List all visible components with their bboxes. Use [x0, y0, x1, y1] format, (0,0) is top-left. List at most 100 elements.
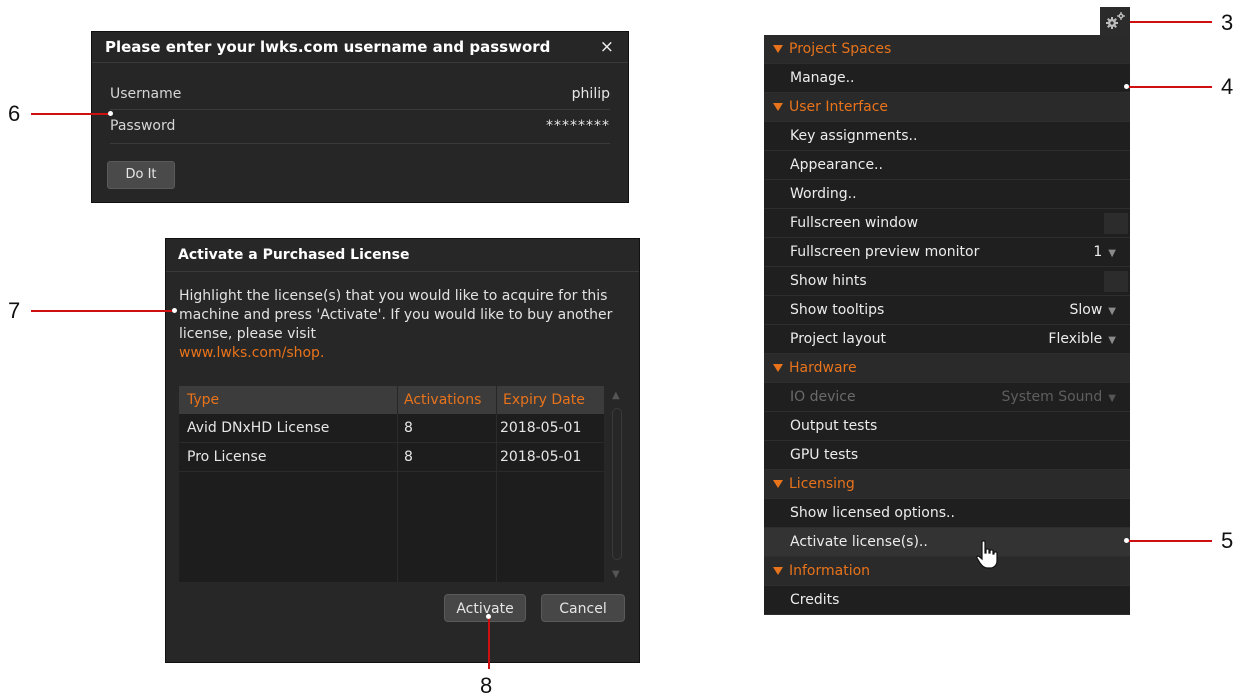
dropdown[interactable]: 1 ▼ — [1093, 238, 1116, 268]
callout-4-dot — [1124, 84, 1129, 89]
menu-item-credits[interactable]: Credits — [764, 586, 1130, 615]
menu-item-project-layout[interactable]: Project layout Flexible ▼ — [764, 325, 1130, 354]
cell-expiry: 2018-05-01 — [500, 449, 582, 465]
callout-6: 6 — [8, 101, 21, 126]
username-field[interactable]: philip — [572, 80, 610, 108]
dropdown: System Sound ▼ — [1002, 383, 1116, 413]
username-row: Username philip — [110, 80, 610, 108]
callout-6-line — [31, 113, 111, 115]
callout-4: 4 — [1221, 74, 1234, 99]
menu-item-appearance[interactable]: Appearance.. — [764, 151, 1130, 180]
cancel-button[interactable]: Cancel — [541, 594, 625, 622]
callout-7-dot — [172, 308, 177, 313]
activate-button[interactable]: Activate — [444, 594, 526, 622]
table-header: Type Activations Expiry Date — [179, 386, 604, 414]
menu-item-label: Credits — [790, 592, 840, 608]
callout-8-line — [488, 617, 490, 669]
menu-item-label: Hardware — [789, 360, 857, 376]
chevron-down-icon: ▼ — [1108, 335, 1116, 346]
callout-7-line — [31, 310, 175, 312]
section-header-licensing[interactable]: Licensing — [764, 470, 1130, 499]
menu-item-label: Project layout — [790, 331, 887, 347]
cell-expiry: 2018-05-01 — [500, 420, 582, 436]
table-row[interactable]: Avid DNxHD License 8 2018-05-01 — [179, 414, 604, 443]
menu-item-label: GPU tests — [790, 447, 859, 463]
collapse-triangle-icon[interactable] — [773, 45, 783, 53]
menu-item-activate-license-s[interactable]: Activate license(s).. — [764, 528, 1130, 557]
checkbox[interactable] — [1104, 213, 1128, 234]
menu-item-label: IO device — [790, 389, 856, 405]
callout-8: 8 — [480, 673, 493, 698]
settings-menu: Project Spaces Manage.. User Interface Key … — [764, 35, 1130, 615]
menu-item-label: Show tooltips — [790, 302, 885, 318]
callout-6-dot — [108, 111, 113, 116]
scroll-up-icon[interactable]: ▲ — [612, 390, 620, 401]
password-field[interactable]: ******** — [546, 112, 610, 140]
shop-link[interactable]: www.lwks.com/shop. — [179, 344, 629, 363]
table-row[interactable]: Pro License 8 2018-05-01 — [179, 443, 604, 472]
menu-item-label: Activate license(s).. — [790, 534, 928, 550]
menu-item-label: Wording.. — [790, 186, 857, 202]
callout-3: 3 — [1221, 10, 1234, 35]
menu-item-output-tests[interactable]: Output tests — [764, 412, 1130, 441]
settings-menu-button[interactable] — [1100, 7, 1130, 35]
dropdown-value: 1 — [1093, 244, 1103, 260]
column-header-activations[interactable]: Activations — [404, 386, 481, 414]
section-header-hardware[interactable]: Hardware — [764, 354, 1130, 383]
callout-4-line — [1127, 86, 1212, 88]
scrollbar-track[interactable] — [612, 408, 622, 560]
column-header-type[interactable]: Type — [187, 386, 219, 414]
chevron-down-icon: ▼ — [1108, 306, 1116, 317]
callout-7: 7 — [8, 298, 21, 323]
menu-item-fullscreen-window[interactable]: Fullscreen window — [764, 209, 1130, 238]
collapse-triangle-icon[interactable] — [773, 480, 783, 488]
menu-item-manage[interactable]: Manage.. — [764, 64, 1130, 93]
menu-item-show-licensed-options[interactable]: Show licensed options.. — [764, 499, 1130, 528]
column-divider — [397, 386, 398, 414]
collapse-triangle-icon[interactable] — [773, 567, 783, 575]
menu-item-label: Key assignments.. — [790, 128, 918, 144]
divider — [110, 109, 610, 110]
section-header-user-interface[interactable]: User Interface — [764, 93, 1130, 122]
dropdown-value: Flexible — [1048, 331, 1103, 347]
login-dialog-title-bar: Please enter your lwks.com username and … — [92, 32, 628, 63]
menu-item-label: Information — [789, 563, 871, 579]
menu-item-show-hints[interactable]: Show hints — [764, 267, 1130, 296]
menu-item-show-tooltips[interactable]: Show tooltips Slow ▼ — [764, 296, 1130, 325]
checkbox[interactable] — [1104, 271, 1128, 292]
menu-item-fullscreen-preview-monitor[interactable]: Fullscreen preview monitor 1 ▼ — [764, 238, 1130, 267]
callout-5: 5 — [1221, 528, 1234, 553]
scrollbar[interactable]: ▲ ▼ — [610, 386, 624, 582]
do-it-button[interactable]: Do It — [107, 161, 175, 189]
description-text: Highlight the license(s) that you would … — [179, 288, 613, 342]
menu-item-wording[interactable]: Wording.. — [764, 180, 1130, 209]
collapse-triangle-icon[interactable] — [773, 103, 783, 111]
menu-item-label: Appearance.. — [790, 157, 883, 173]
username-label: Username — [110, 86, 182, 102]
menu-item-label: Show hints — [790, 273, 867, 289]
cell-activations: 8 — [404, 449, 413, 465]
dropdown-value: Slow — [1069, 302, 1103, 318]
dropdown[interactable]: Slow ▼ — [1070, 296, 1117, 326]
activate-dialog-description: Highlight the license(s) that you would … — [179, 287, 629, 363]
collapse-triangle-icon[interactable] — [773, 364, 783, 372]
close-icon[interactable]: × — [600, 32, 614, 62]
menu-item-label: User Interface — [789, 99, 889, 115]
menu-item-key-assignments[interactable]: Key assignments.. — [764, 122, 1130, 151]
chevron-down-icon: ▼ — [1108, 248, 1116, 259]
column-divider — [496, 414, 497, 582]
menu-item-label: Project Spaces — [789, 41, 892, 57]
section-header-project-spaces[interactable]: Project Spaces — [764, 35, 1130, 64]
password-row: Password ******** — [110, 112, 610, 140]
column-header-expiry[interactable]: Expiry Date — [503, 386, 585, 414]
menu-item-label: Show licensed options.. — [790, 505, 955, 521]
menu-item-gpu-tests[interactable]: GPU tests — [764, 441, 1130, 470]
callout-3-line — [1130, 21, 1212, 23]
dropdown[interactable]: Flexible ▼ — [1048, 325, 1116, 355]
hand-cursor-icon — [976, 540, 998, 569]
divider — [110, 143, 610, 144]
section-header-information[interactable]: Information — [764, 557, 1130, 586]
menu-item-io-device: IO device System Sound ▼ — [764, 383, 1130, 412]
gear-icon[interactable] — [1100, 7, 1130, 35]
scroll-down-icon[interactable]: ▼ — [612, 569, 620, 580]
